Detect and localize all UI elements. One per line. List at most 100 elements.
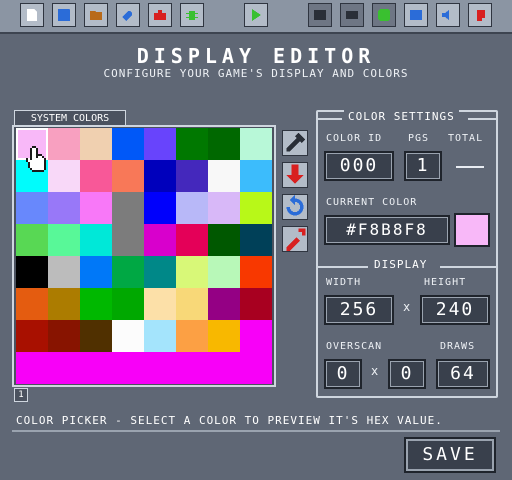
color-swatch[interactable] (112, 352, 144, 384)
sprite-button[interactable] (372, 3, 396, 27)
color-swatch[interactable] (80, 192, 112, 224)
display-button[interactable] (340, 3, 364, 27)
color-swatch[interactable] (16, 256, 48, 288)
color-swatch[interactable] (80, 352, 112, 384)
dimension-separator: x (403, 300, 411, 314)
color-swatch[interactable] (240, 352, 272, 384)
width-field[interactable]: 256 (324, 295, 394, 325)
color-grid (16, 128, 272, 384)
color-swatch[interactable] (240, 224, 272, 256)
color-swatch[interactable] (80, 160, 112, 192)
color-swatch[interactable] (48, 288, 80, 320)
height-label: HEIGHT (424, 277, 467, 288)
color-swatch[interactable] (208, 256, 240, 288)
color-swatch[interactable] (112, 192, 144, 224)
wrench-button[interactable] (116, 3, 140, 27)
color-swatch[interactable] (240, 256, 272, 288)
color-swatch[interactable] (240, 160, 272, 192)
color-swatch[interactable] (208, 288, 240, 320)
color-swatch[interactable] (112, 288, 144, 320)
page-title: DISPLAY EDITOR (136, 44, 376, 68)
divider (318, 118, 342, 120)
color-swatch[interactable] (208, 192, 240, 224)
overscan-y-field[interactable]: 0 (388, 359, 426, 389)
color-swatch[interactable] (112, 128, 144, 160)
clear-button[interactable] (282, 226, 308, 252)
height-field[interactable]: 240 (420, 295, 490, 325)
color-swatch[interactable] (240, 320, 272, 352)
color-swatch[interactable] (176, 352, 208, 384)
music-button[interactable] (468, 3, 492, 27)
pgs-field[interactable]: 1 (404, 151, 442, 181)
color-swatch[interactable] (16, 320, 48, 352)
draws-field[interactable]: 64 (436, 359, 490, 389)
open-folder-button[interactable] (84, 3, 108, 27)
color-swatch[interactable] (48, 128, 80, 160)
color-swatch[interactable] (176, 320, 208, 352)
color-swatch[interactable] (144, 128, 176, 160)
save-disk-button[interactable] (52, 3, 76, 27)
color-swatch[interactable] (16, 224, 48, 256)
color-swatch[interactable] (48, 256, 80, 288)
color-swatch[interactable] (112, 224, 144, 256)
color-swatch[interactable] (16, 352, 48, 384)
tab-system-colors[interactable]: SYSTEM COLORS (14, 110, 126, 126)
color-swatch[interactable] (48, 320, 80, 352)
image-icon (410, 10, 422, 20)
color-swatch[interactable] (240, 128, 272, 160)
color-swatch[interactable] (240, 192, 272, 224)
color-swatch[interactable] (144, 256, 176, 288)
color-swatch[interactable] (208, 128, 240, 160)
color-swatch[interactable] (144, 288, 176, 320)
new-file-button[interactable] (20, 3, 44, 27)
palette-page-number[interactable]: 1 (14, 388, 28, 402)
color-swatch[interactable] (176, 160, 208, 192)
color-swatch[interactable] (176, 256, 208, 288)
speaker-button[interactable] (436, 3, 460, 27)
play-button[interactable] (244, 3, 268, 27)
width-label: WIDTH (326, 277, 362, 288)
draws-label: DRAWS (440, 341, 476, 352)
toolbox-button[interactable] (148, 3, 172, 27)
color-swatch[interactable] (80, 128, 112, 160)
color-id-field[interactable]: 000 (324, 151, 394, 181)
color-swatch[interactable] (48, 192, 80, 224)
color-swatch[interactable] (16, 288, 48, 320)
color-swatch[interactable] (144, 160, 176, 192)
save-button[interactable]: SAVE (404, 437, 496, 473)
color-swatch[interactable] (208, 320, 240, 352)
overscan-x-field[interactable]: 0 (324, 359, 362, 389)
color-swatch[interactable] (80, 320, 112, 352)
color-swatch[interactable] (208, 352, 240, 384)
color-swatch[interactable] (176, 128, 208, 160)
color-swatch[interactable] (176, 288, 208, 320)
color-swatch[interactable] (80, 224, 112, 256)
color-swatch[interactable] (16, 192, 48, 224)
eyedropper-icon (286, 132, 306, 152)
bug-button[interactable] (180, 3, 204, 27)
import-button[interactable] (282, 162, 308, 188)
color-swatch[interactable] (48, 160, 80, 192)
color-swatch[interactable] (208, 160, 240, 192)
color-swatch[interactable] (176, 224, 208, 256)
color-swatch[interactable] (112, 256, 144, 288)
color-swatch[interactable] (48, 352, 80, 384)
color-swatch[interactable] (80, 288, 112, 320)
current-color-hex-field[interactable]: #F8B8F8 (324, 215, 450, 245)
revert-button[interactable] (282, 194, 308, 220)
image-button[interactable] (404, 3, 428, 27)
color-swatch[interactable] (176, 192, 208, 224)
color-swatch[interactable] (208, 224, 240, 256)
eyedropper-button[interactable] (282, 130, 308, 156)
color-swatch[interactable] (144, 320, 176, 352)
color-swatch[interactable] (240, 288, 272, 320)
color-swatch[interactable] (48, 224, 80, 256)
color-swatch[interactable] (144, 352, 176, 384)
terminal-button[interactable] (308, 3, 332, 27)
color-swatch[interactable] (112, 160, 144, 192)
color-swatch[interactable] (144, 224, 176, 256)
color-swatch[interactable] (80, 256, 112, 288)
color-swatch[interactable] (112, 320, 144, 352)
new-file-icon (27, 9, 37, 21)
color-swatch[interactable] (144, 192, 176, 224)
